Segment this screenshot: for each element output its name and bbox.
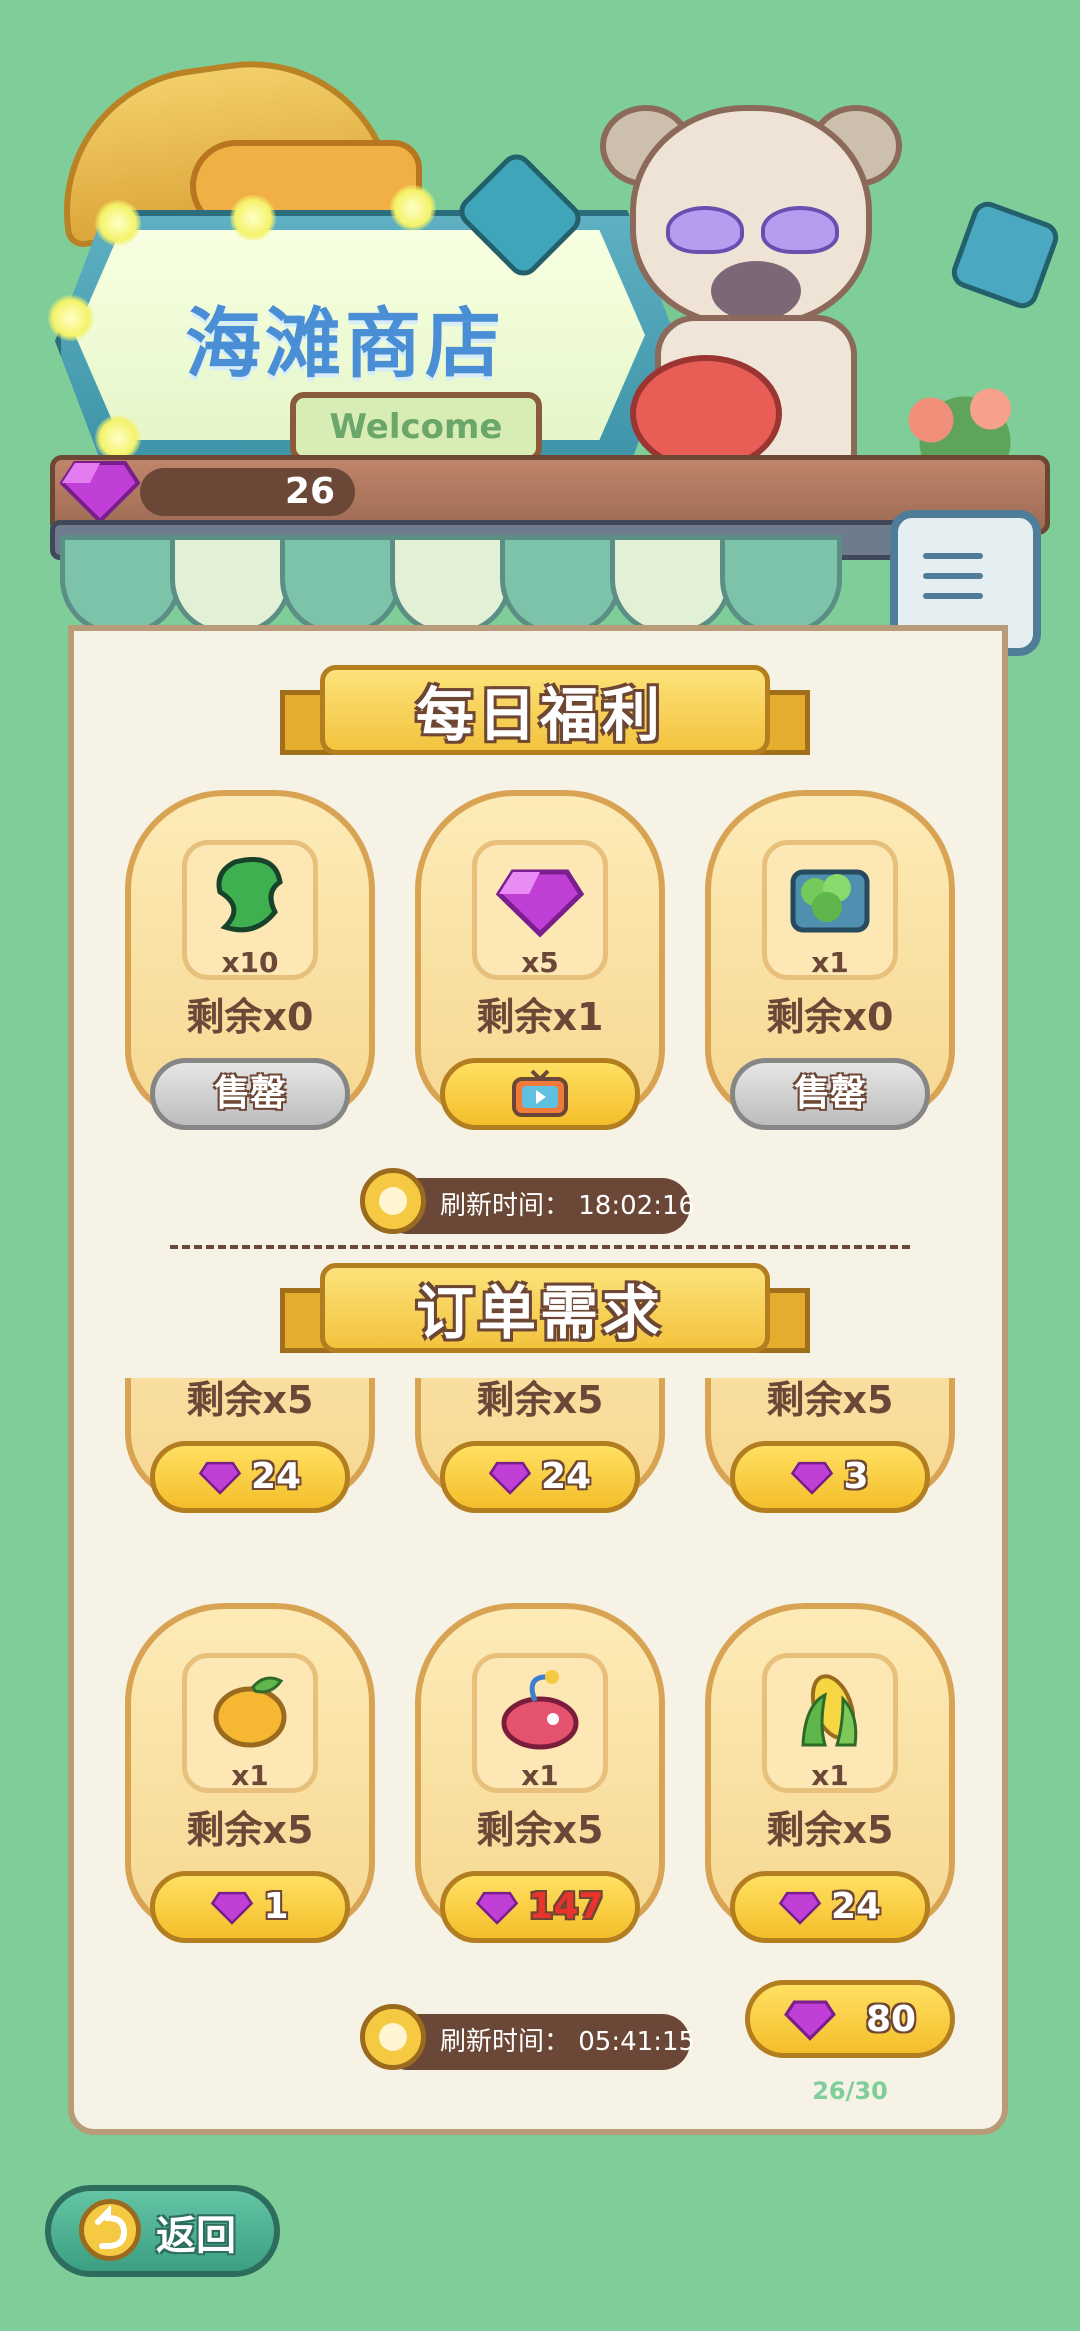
sold-out-button[interactable]: 售罄 — [730, 1058, 930, 1130]
remaining-count: 剩余x5 — [766, 1378, 894, 1422]
daily-item-card[interactable]: x1 剩余x0 售罄 — [705, 790, 955, 1130]
price-value: 24 — [250, 1456, 302, 1497]
purple-gem-icon — [198, 1461, 241, 1495]
daily-item-card[interactable]: x10 剩余x0 售罄 — [125, 790, 375, 1130]
price-value: 147 — [528, 1886, 604, 1927]
green-leaf-icon — [216, 857, 283, 933]
order-item-card[interactable]: x1 剩余x5 24 — [125, 1378, 375, 1513]
light-bulb-icon — [390, 185, 436, 231]
light-bulb-icon — [95, 200, 141, 246]
refresh-progress: 26/30 — [812, 2077, 888, 2105]
watch-ad-button[interactable] — [440, 1058, 640, 1130]
remaining-count: 剩余x5 — [186, 1808, 314, 1852]
koala-nose — [711, 261, 801, 321]
mango-icon — [213, 1676, 287, 1748]
purple-gem-icon — [476, 1891, 519, 1925]
purple-gem-icon — [791, 1461, 834, 1495]
menu-line — [923, 553, 983, 559]
order-item-card[interactable]: x1 剩余x5 24 — [705, 1603, 955, 1943]
buy-button[interactable]: 24 — [440, 1441, 640, 1513]
awning-stripe — [610, 535, 732, 635]
awning-stripe — [390, 535, 512, 635]
koala-eye — [761, 206, 839, 254]
daily-refresh-timer: 刷新时间： 18:02:16 — [360, 1168, 695, 1234]
purple-gem-icon — [784, 2000, 836, 2041]
corn-icon — [801, 1674, 858, 1747]
item-quantity: x1 — [811, 946, 849, 979]
daily-welfare-title: 每日福利 — [415, 681, 664, 749]
item-quantity: x1 — [811, 1759, 849, 1792]
awning-stripe — [720, 535, 842, 635]
purple-gem-icon — [211, 1891, 254, 1925]
shop-header: 海滩商店 Welcome 26 — [0, 0, 1080, 680]
order-demand-title: 订单需求 — [415, 1279, 664, 1347]
shop-title: 海滩商店 — [185, 299, 505, 388]
remaining-count: 剩余x5 — [186, 1378, 314, 1422]
purple-gem-icon — [488, 1461, 531, 1495]
order-item-card[interactable]: x1 剩余x5 1 — [125, 1603, 375, 1943]
tv-ad-icon — [512, 1069, 568, 1117]
order-demand-banner: 订单需求 — [280, 1258, 810, 1353]
light-bulb-icon — [230, 195, 276, 241]
daily-welfare-banner: 每日福利 — [280, 660, 810, 755]
vegetable-crate-icon — [790, 869, 870, 933]
buy-button[interactable]: 3 — [730, 1441, 930, 1513]
koala-shopkeeper — [600, 85, 902, 477]
order-item-card[interactable]: x1 剩余x5 3 — [705, 1378, 955, 1513]
orders-refresh-timer: 刷新时间： 05:41:15 — [360, 2004, 695, 2070]
remaining-count: 剩余x1 — [476, 995, 604, 1039]
refresh-time-text: 刷新时间： 18:02:16 — [440, 1191, 696, 1221]
remaining-count: 剩余x0 — [766, 995, 894, 1039]
welcome-sign: Welcome — [290, 392, 542, 462]
koala-eye — [666, 206, 744, 254]
item-quantity: x1 — [231, 1759, 269, 1792]
awning-stripe — [60, 535, 182, 635]
section-divider — [170, 1245, 910, 1249]
buy-button[interactable]: 1 — [150, 1871, 350, 1943]
awning-stripe — [170, 535, 292, 635]
buy-button[interactable]: 24 — [150, 1441, 350, 1513]
stopwatch-icon — [360, 1168, 426, 1234]
stopwatch-icon — [360, 2004, 426, 2070]
purple-gem-icon — [60, 461, 140, 524]
buy-button[interactable]: 24 — [730, 1871, 930, 1943]
refresh-orders-button[interactable]: 80 — [745, 1980, 955, 2058]
sold-out-button[interactable]: 售罄 — [150, 1058, 350, 1130]
refresh-cost: 80 — [865, 1998, 917, 2040]
orders-scroll-area-top[interactable]: x1 剩余x5 24 x1 剩余x5 24 x1 剩余x5 3 — [110, 1378, 970, 1578]
anglerfish-icon — [501, 1670, 579, 1750]
light-bulb-icon — [48, 295, 94, 341]
menu-line — [923, 573, 983, 579]
remaining-count: 剩余x5 — [476, 1378, 604, 1422]
order-item-card[interactable]: x1 剩余x5 147 — [415, 1603, 665, 1943]
order-item-card[interactable]: x1 剩余x5 24 — [415, 1378, 665, 1513]
remaining-count: 剩余x0 — [186, 995, 314, 1039]
awning-stripe — [500, 535, 622, 635]
item-quantity: x10 — [221, 946, 279, 979]
back-button[interactable]: 返回 — [45, 2185, 280, 2277]
purple-gem-icon — [778, 1891, 821, 1925]
gem-count: 26 — [140, 468, 355, 516]
menu-line — [923, 593, 983, 599]
awning-stripe — [280, 535, 402, 635]
price-value: 24 — [830, 1886, 882, 1927]
item-quantity: x1 — [521, 1759, 559, 1792]
remaining-count: 剩余x5 — [476, 1808, 604, 1852]
koala-head — [630, 105, 872, 327]
daily-item-card[interactable]: x5 剩余x1 — [415, 790, 665, 1130]
return-arrow-icon — [79, 2199, 141, 2261]
purple-gem-icon — [495, 869, 585, 938]
price-value: 1 — [263, 1886, 289, 1927]
price-value: 24 — [540, 1456, 592, 1497]
back-label: 返回 — [156, 2213, 236, 2259]
buy-button[interactable]: 147 — [440, 1871, 640, 1943]
refresh-time-text: 刷新时间： 05:41:15 — [440, 2027, 696, 2057]
remaining-count: 剩余x5 — [766, 1808, 894, 1852]
heart-icon — [947, 197, 1063, 313]
return-arrow-glyph — [95, 2204, 128, 2249]
price-value: 3 — [843, 1456, 869, 1497]
item-quantity: x5 — [521, 946, 559, 979]
